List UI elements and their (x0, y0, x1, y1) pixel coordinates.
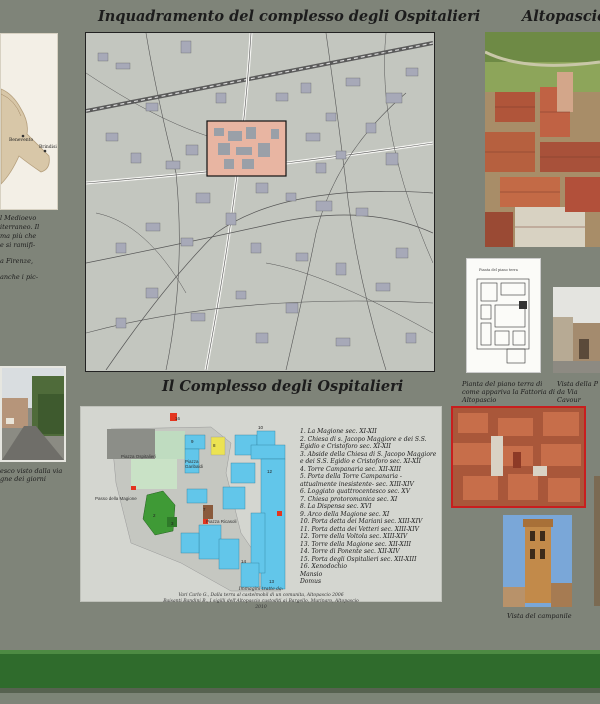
legend-item: 15. Porta degli Ospitalieri sec. XII-XII… (300, 555, 417, 563)
rooftops-photo (451, 406, 586, 508)
legend-item: 12. Torre della Voltola sec. XIII-XIV (300, 533, 408, 540)
europe-map: Benevento Brindisi (0, 33, 58, 210)
complex-legend: 1. La Magione sec. XI-XII 2. Chiesa di s… (300, 428, 438, 586)
vista-photo (553, 287, 600, 373)
floor-plan-caption: Pianta del piano terra di come appariva … (462, 380, 562, 404)
site-title: Altopascio (522, 8, 600, 25)
intro-text: l Medioevo iterraneo. Il ma più che e si… (0, 214, 60, 282)
legend-item: 4. Torre Campanaria sec. XII-XIII (300, 465, 401, 473)
label-piazza-ricasoli: Piazza Ricasoli (206, 519, 237, 524)
image-credits: Immagini tratte da: Vari Carlo G., Dalla… (161, 587, 361, 611)
vista-caption: Vista della P da Via Cavour (557, 380, 600, 404)
intro-line: anche i pic- (0, 273, 39, 281)
map-label-brindisi: Brindisi (39, 145, 57, 150)
legend-item: 6. Loggiato quattrocentesco sec. XV (300, 488, 411, 495)
legend-item: 16. Xenodochio (300, 563, 347, 570)
campanile-caption: Vista del campanile (507, 612, 572, 620)
caption-line: gne dei giorni (0, 475, 46, 483)
intro-line: l Medioevo (0, 214, 37, 222)
legend-item: 11. Porta detta dei Vetteri sec. XIII-XI… (300, 525, 419, 533)
svg-text:12: 12 (267, 469, 273, 474)
legend-item: 14. Torre di Ponente sec. XII-XIV (300, 548, 400, 555)
legend-item: 3. Abside della Chiesa di S. Jacopo Magg… (300, 450, 437, 466)
street-photo-left (0, 366, 66, 462)
caption-line: esco visto dalla via (0, 467, 63, 475)
floor-plan-drawing: Pianta del piano terra (466, 258, 541, 373)
campanile-photo (503, 515, 572, 607)
caption-line: Altopascio (462, 396, 497, 404)
intro-line: ma più che (0, 232, 37, 240)
legend-item: 13. Torre della Magione sec. XII-XIII (300, 540, 411, 548)
legend-item: 2. Chiesa di s. Jacopo Maggiore e dei S.… (300, 435, 427, 451)
svg-text:16: 16 (175, 416, 181, 421)
italy-map-graphic (0, 88, 50, 185)
street-photo-left-caption: esco visto dalla via gne dei giorni (0, 467, 70, 483)
street-map-graphic (86, 33, 434, 371)
ground-strip (0, 650, 600, 700)
label-passo-magione: Passo della Magione (95, 496, 137, 501)
caption-line: da Via Cavour (557, 388, 581, 404)
intro-line: iterraneo. Il (0, 223, 40, 231)
intro-line (0, 266, 60, 273)
svg-text:13: 13 (269, 579, 275, 584)
intro-line (0, 250, 60, 257)
intro-line: e si ramifi- (0, 241, 36, 249)
caption-line: Pianta del piano terra di (462, 380, 543, 388)
map-label-benevento: Benevento (9, 138, 34, 143)
legend-item: 5. Porta della Torre Campanaria - attual… (300, 473, 414, 488)
legend-item: 1. La Magione sec. XI-XII (300, 428, 377, 435)
intro-line: a Firenze, (0, 257, 34, 265)
legend-item: 9. Arco della Magione sec. XI (300, 510, 390, 518)
svg-text:10: 10 (258, 425, 264, 430)
complex-title: Il Complesso degli Ospitalieri (162, 378, 404, 395)
svg-text:14: 14 (241, 559, 247, 564)
edge-photo-right (594, 476, 600, 606)
legend-item: 7. Chiesa protoromanica sec. XI (300, 495, 398, 503)
credit-line: Baisanti Bandini B., I sigilli dell'Alto… (163, 599, 359, 610)
legend-item: 10. Porta detta dei Mariani sec. XIII-XI… (300, 518, 423, 525)
legend-item: Domus (300, 578, 322, 585)
caption-line: Vista della P (557, 380, 599, 388)
label-piazza-garibaldi: Piazza Garibaldi (185, 459, 204, 469)
map-title: Inquadramento del complesso degli Ospita… (98, 8, 481, 25)
legend-item: Mansio (300, 570, 323, 578)
street-map (85, 32, 435, 372)
aerial-photo (485, 32, 600, 247)
complex-plan-graphic: 81023 7131216 149 (107, 413, 286, 592)
caption-line: come appariva la Fattoria di (462, 388, 555, 396)
label-piazza-ospitalieri: Piazza Ospitalieri (121, 454, 156, 459)
svg-text:Pianta del piano terra: Pianta del piano terra (479, 268, 518, 272)
legend-item: 8. La Dispensa sec. XVI (300, 503, 372, 510)
